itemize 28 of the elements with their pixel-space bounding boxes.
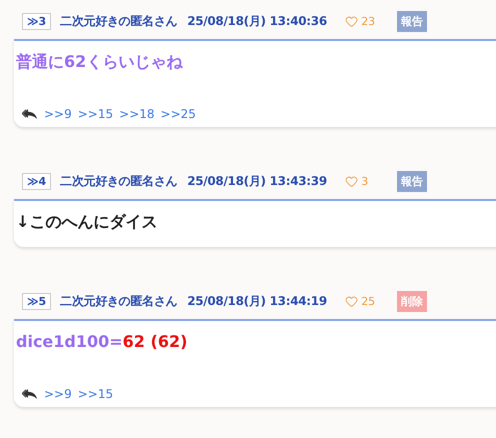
heart-icon[interactable] bbox=[345, 14, 358, 28]
reply-all-icon bbox=[22, 388, 38, 400]
post-number[interactable]: ≫4 bbox=[22, 172, 52, 190]
post-date: 25/08/18(月) 13:43:39 bbox=[187, 172, 328, 190]
heart-icon[interactable] bbox=[345, 174, 358, 188]
post-date: 25/08/18(月) 13:44:19 bbox=[187, 292, 328, 310]
reply-link[interactable]: >>18 bbox=[119, 107, 155, 121]
report-button[interactable]: 報告 bbox=[397, 10, 428, 32]
reply-link[interactable]: >>9 bbox=[44, 107, 72, 121]
reply-all-icon bbox=[22, 108, 38, 120]
reply-link[interactable]: >>15 bbox=[78, 107, 114, 121]
post-number[interactable]: ≫3 bbox=[22, 12, 52, 30]
heart-icon[interactable] bbox=[345, 294, 358, 308]
poster-name: 二次元好きの匿名さん bbox=[60, 12, 178, 30]
like-count: 3 bbox=[361, 174, 368, 188]
post-body: ↓このへんにダイス bbox=[16, 211, 158, 233]
report-button[interactable]: 報告 bbox=[397, 170, 428, 192]
reply-link[interactable]: >>9 bbox=[44, 387, 72, 401]
reply-link[interactable]: >>15 bbox=[78, 387, 114, 401]
poster-name: 二次元好きの匿名さん bbox=[60, 172, 178, 190]
post-body: 普通に62くらいじゃね bbox=[16, 51, 184, 73]
post-number[interactable]: ≫5 bbox=[22, 292, 52, 310]
poster-name: 二次元好きの匿名さん bbox=[60, 292, 178, 310]
post-body: dice1d100=62 (62) bbox=[16, 331, 188, 353]
reply-link[interactable]: >>25 bbox=[160, 107, 196, 121]
like-count: 25 bbox=[361, 294, 376, 308]
post-date: 25/08/18(月) 13:40:36 bbox=[187, 12, 328, 30]
like-count: 23 bbox=[361, 14, 376, 28]
